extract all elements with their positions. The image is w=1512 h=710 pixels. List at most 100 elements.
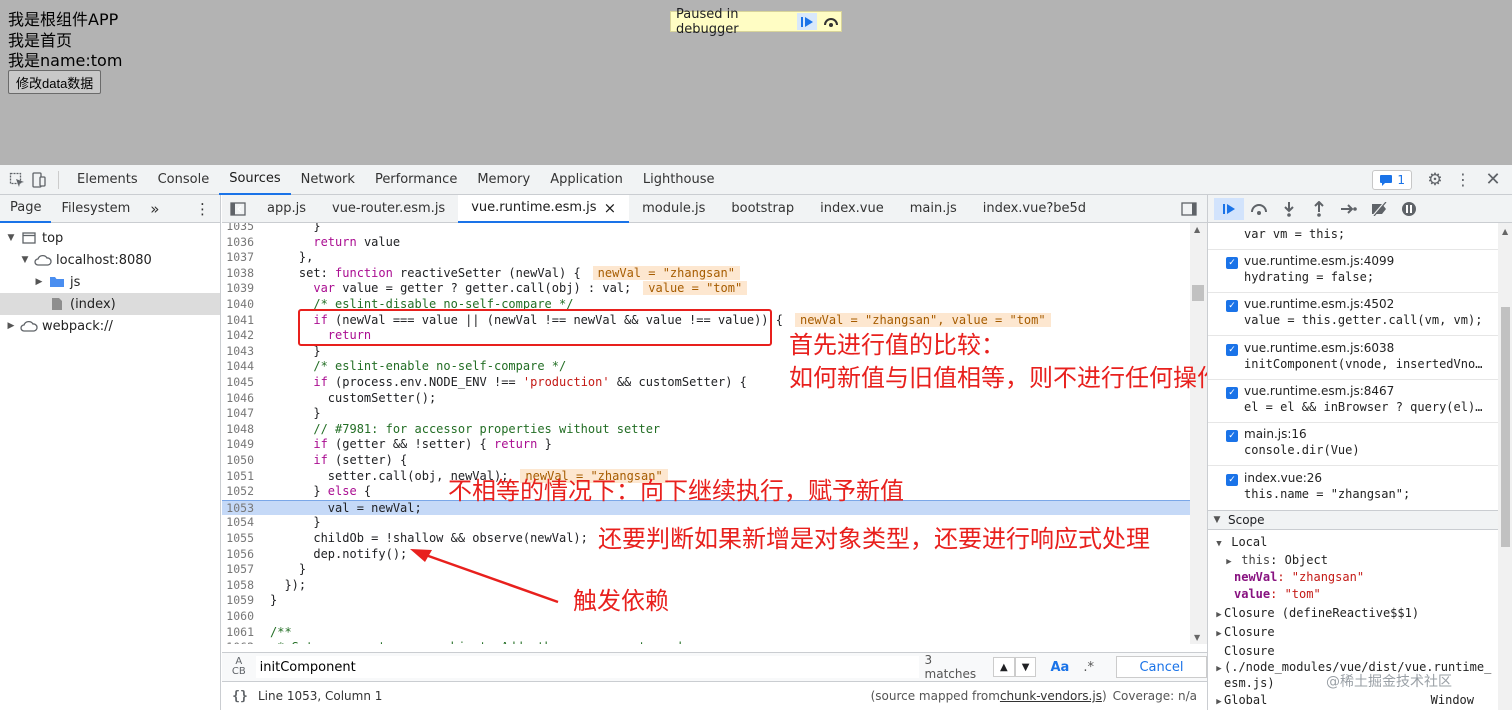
line-number[interactable]: 1036 xyxy=(222,235,262,251)
code-line[interactable]: 1036 return value xyxy=(222,235,1190,251)
tree-item[interactable]: ▼ top xyxy=(0,227,220,249)
line-number[interactable]: 1037 xyxy=(222,250,262,266)
code-line[interactable]: 1062 * Set a property on an object. Adds… xyxy=(222,640,1190,644)
code-line[interactable]: 1057 } xyxy=(222,562,1190,578)
search-prev-icon[interactable]: ▲ xyxy=(992,657,1015,677)
toggle-navigator-icon[interactable] xyxy=(222,195,254,223)
nav-more-icon[interactable]: » xyxy=(140,195,169,223)
close-devtools-icon[interactable]: ✕ xyxy=(1482,169,1504,191)
scope-header[interactable]: ▼ Scope xyxy=(1208,510,1498,530)
code-line[interactable]: 1061/** xyxy=(222,625,1190,641)
nav-tab-filesystem[interactable]: Filesystem xyxy=(51,195,140,223)
call-frame[interactable]: ✓ main.js:16 console.dir(Vue) xyxy=(1208,427,1498,467)
more-options-icon[interactable]: ⋮ xyxy=(1452,169,1474,191)
file-tab[interactable]: module.js xyxy=(629,195,718,223)
line-number[interactable]: 1044 xyxy=(222,359,262,375)
line-number[interactable]: 1061 xyxy=(222,625,262,641)
frame-checkbox[interactable]: ✓ xyxy=(1226,386,1238,399)
match-case-button[interactable]: Aa xyxy=(1050,660,1069,675)
frame-checkbox[interactable]: ✓ xyxy=(1226,430,1238,443)
main-tab-memory[interactable]: Memory xyxy=(467,165,540,195)
file-tab[interactable]: index.vue xyxy=(807,195,897,223)
main-tab-console[interactable]: Console xyxy=(148,165,220,195)
frame-checkbox[interactable]: ✓ xyxy=(1226,257,1238,269)
line-number[interactable]: 1048 xyxy=(222,422,262,438)
regex-button[interactable]: .* xyxy=(1083,660,1094,675)
pause-on-exceptions-icon[interactable] xyxy=(1394,198,1424,220)
code-line[interactable]: 1059} xyxy=(222,593,1190,609)
line-number[interactable]: 1051 xyxy=(222,469,262,485)
main-tab-lighthouse[interactable]: Lighthouse xyxy=(633,165,725,195)
pretty-print-icon[interactable]: {} xyxy=(222,689,258,704)
code-line[interactable]: 1050 if (setter) { xyxy=(222,453,1190,469)
scope-local[interactable]: ▼ Local xyxy=(1214,535,1267,549)
file-tab[interactable]: app.js xyxy=(254,195,319,223)
line-number[interactable]: 1055 xyxy=(222,531,262,547)
code-line[interactable]: 1035 } xyxy=(222,223,1190,235)
line-number[interactable]: 1052 xyxy=(222,484,262,500)
deactivate-breakpoints-icon[interactable] xyxy=(1364,198,1394,220)
line-number[interactable]: 1060 xyxy=(222,609,262,625)
debugger-scrollbar[interactable]: ▲ xyxy=(1498,223,1512,710)
resume-icon[interactable] xyxy=(797,13,818,30)
line-number[interactable]: 1039 xyxy=(222,281,262,297)
nav-menu-icon[interactable]: ⋮ xyxy=(185,195,220,223)
frame-checkbox[interactable]: ✓ xyxy=(1226,300,1238,313)
line-number[interactable]: 1046 xyxy=(222,391,262,407)
line-number[interactable]: 1045 xyxy=(222,375,262,391)
step-into-icon[interactable] xyxy=(1274,198,1304,220)
code-line[interactable]: 1048 // #7981: for accessor properties w… xyxy=(222,422,1190,438)
code-line[interactable]: 1038 set: function reactiveSetter (newVa… xyxy=(222,265,1190,282)
editor-scrollbar[interactable]: ▲ ▼ xyxy=(1190,223,1207,644)
line-number[interactable]: 1062 xyxy=(222,640,262,644)
line-number[interactable]: 1059 xyxy=(222,593,262,609)
code-line[interactable]: 1037 }, xyxy=(222,250,1190,266)
source-mapped-link[interactable]: chunk-vendors.js xyxy=(1000,689,1102,703)
file-tab[interactable]: vue.runtime.esm.js × xyxy=(458,194,630,223)
call-frame[interactable]: ✓ index.vue:26 this.name = "zhangsan"; xyxy=(1208,471,1498,511)
scope-closure-1[interactable]: ▶ Closure (defineReactive$$1) xyxy=(1214,606,1419,620)
file-tab[interactable]: bootstrap xyxy=(718,195,807,223)
line-number[interactable]: 1050 xyxy=(222,453,262,469)
line-number[interactable]: 1042 xyxy=(222,328,262,344)
modify-data-button[interactable]: 修改data数据 xyxy=(8,70,102,94)
search-cancel-button[interactable]: Cancel xyxy=(1115,656,1207,678)
code-line[interactable]: 1049 if (getter && !setter) { return } xyxy=(222,437,1190,453)
line-number[interactable]: 1038 xyxy=(222,266,262,282)
code-line[interactable]: 1047 } xyxy=(222,406,1190,422)
search-input[interactable] xyxy=(255,656,919,678)
call-frame[interactable]: ✓ vue.runtime.esm.js:4502 value = this.get… xyxy=(1208,297,1498,337)
step-over-icon[interactable] xyxy=(821,13,841,30)
file-tab[interactable]: vue-router.esm.js xyxy=(319,195,458,223)
line-number[interactable]: 1043 xyxy=(222,344,262,360)
settings-gear-icon[interactable]: ⚙ xyxy=(1424,169,1446,191)
line-number[interactable]: 1040 xyxy=(222,297,262,313)
line-number[interactable]: 1053 xyxy=(222,501,262,517)
code-line[interactable]: 1039 var value = getter ? getter.call(ob… xyxy=(222,281,1190,297)
frame-checkbox[interactable]: ✓ xyxy=(1226,343,1238,356)
scope-closure-3[interactable]: Closure xyxy=(1224,644,1275,658)
inspect-element-icon[interactable] xyxy=(6,169,28,191)
call-frame[interactable]: ✓ vue.runtime.esm.js:4099 hydrating = fals… xyxy=(1208,254,1498,294)
line-number[interactable]: 1035 xyxy=(222,223,262,235)
main-tab-network[interactable]: Network xyxy=(291,165,365,195)
search-next-icon[interactable]: ▼ xyxy=(1014,657,1037,677)
step-out-icon[interactable] xyxy=(1304,198,1334,220)
resume-icon[interactable] xyxy=(1214,197,1244,220)
line-number[interactable]: 1056 xyxy=(222,547,262,563)
code-line[interactable]: 1058 }); xyxy=(222,578,1190,594)
tree-item[interactable]: ▶ webpack:// xyxy=(0,315,220,337)
line-number[interactable]: 1047 xyxy=(222,406,262,422)
line-number[interactable]: 1041 xyxy=(222,313,262,329)
tree-item[interactable]: ▼ localhost:8080 xyxy=(0,249,220,271)
device-toolbar-icon[interactable] xyxy=(28,169,50,191)
frame-checkbox[interactable]: ✓ xyxy=(1226,473,1238,486)
file-tab[interactable]: main.js xyxy=(897,195,970,223)
main-tab-performance[interactable]: Performance xyxy=(365,165,467,195)
main-tab-elements[interactable]: Elements xyxy=(67,165,148,195)
step-icon[interactable] xyxy=(1334,198,1364,220)
code-lines[interactable]: 1035 } 1036 return value 1037 }, 1038 set: … xyxy=(222,223,1207,644)
file-tab[interactable]: index.vue?be5d xyxy=(970,195,1099,223)
replace-toggle-icon[interactable]: A CB xyxy=(222,657,256,677)
code-line[interactable]: 1060 xyxy=(222,609,1190,625)
